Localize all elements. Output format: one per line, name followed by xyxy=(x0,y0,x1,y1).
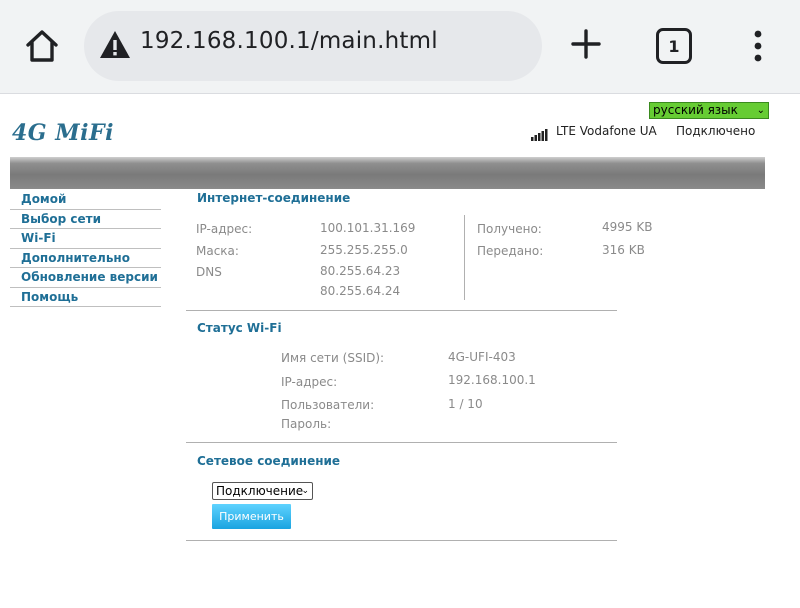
chevron-down-icon: ⌄ xyxy=(301,486,309,496)
sidebar-nav: Домой Выбор сети Wi-Fi Дополнительно Обн… xyxy=(10,190,161,307)
ip-label: IP-адрес: xyxy=(196,222,253,236)
sidebar-item-home[interactable]: Домой xyxy=(10,190,161,210)
header-banner xyxy=(10,157,765,189)
connection-select-value: Подключение xyxy=(216,484,304,498)
language-select[interactable]: русский язык ⌄ xyxy=(649,102,769,119)
dns-secondary-value: 80.255.64.24 xyxy=(320,284,401,298)
ssid-label: Имя сети (SSID): xyxy=(281,351,385,365)
received-label: Получено: xyxy=(477,222,542,236)
users-label: Пользователи: xyxy=(281,398,375,412)
mask-label: Маска: xyxy=(196,244,239,258)
users-value: 1 / 10 xyxy=(448,397,483,411)
home-icon[interactable] xyxy=(22,26,62,66)
sidebar-item-advanced[interactable]: Дополнительно xyxy=(10,249,161,268)
connection-select[interactable]: Подключение ⌄ xyxy=(212,482,313,500)
dns-label: DNS xyxy=(196,265,222,279)
new-tab-icon[interactable] xyxy=(566,24,606,64)
url-text[interactable]: 192.168.100.1/main.html xyxy=(140,28,438,54)
sidebar-item-help[interactable]: Помощь xyxy=(10,288,161,307)
sidebar-item-wifi[interactable]: Wi-Fi xyxy=(10,229,161,249)
mask-value: 255.255.255.0 xyxy=(320,243,408,257)
apply-button[interactable]: Применить xyxy=(212,504,291,529)
sidebar-item-network-select[interactable]: Выбор сети xyxy=(10,210,161,229)
signal-strength-icon xyxy=(531,126,549,141)
router-page: русский язык ⌄ 4G MiFi LTE Vodafone UA П… xyxy=(0,95,800,608)
section-divider xyxy=(186,442,617,443)
network-operator: LTE Vodafone UA xyxy=(556,124,657,138)
sent-value: 316 KB xyxy=(602,243,645,257)
browser-toolbar: 192.168.100.1/main.html 1 xyxy=(0,0,800,94)
internet-section-title: Интернет-соединение xyxy=(197,191,351,205)
sent-label: Передано: xyxy=(477,244,544,258)
connection-status: Подключено xyxy=(676,124,756,138)
password-label: Пароль: xyxy=(281,417,332,431)
section-divider xyxy=(186,540,617,541)
warning-icon[interactable] xyxy=(98,29,132,61)
column-divider xyxy=(464,215,465,300)
received-value: 4995 KB xyxy=(602,220,653,234)
language-value: русский язык xyxy=(653,103,738,117)
ip-value: 100.101.31.169 xyxy=(320,221,416,235)
wifi-section-title: Статус Wi-Fi xyxy=(197,321,282,335)
tab-switcher-button[interactable]: 1 xyxy=(656,28,692,64)
address-bar[interactable]: 192.168.100.1/main.html xyxy=(84,11,542,81)
sidebar-item-update[interactable]: Обновление версии xyxy=(10,268,161,288)
dns-primary-value: 80.255.64.23 xyxy=(320,264,401,278)
chevron-down-icon: ⌄ xyxy=(756,105,765,116)
section-divider xyxy=(186,310,617,311)
wifi-ip-value: 192.168.100.1 xyxy=(448,373,536,387)
wifi-ip-label: IP-адрес: xyxy=(281,375,338,389)
logo: 4G MiFi xyxy=(12,120,114,146)
ssid-value: 4G-UFI-403 xyxy=(448,350,516,364)
more-menu-icon[interactable] xyxy=(744,26,772,66)
network-connection-title: Сетевое соединение xyxy=(197,454,341,468)
